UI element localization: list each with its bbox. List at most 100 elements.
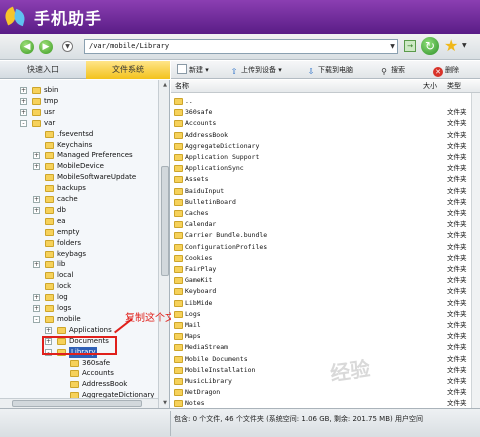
tree-node[interactable]: Accounts: [0, 368, 158, 379]
tree-node[interactable]: + cache: [0, 194, 158, 205]
folder-icon: [70, 359, 79, 367]
upload-to-device-button[interactable]: ⇧ 上传到设备 ▾: [229, 64, 282, 76]
expand-icon[interactable]: +: [33, 196, 40, 203]
list-item[interactable]: Caches 文件夹: [171, 208, 471, 218]
forward-arrow-icon[interactable]: ▶: [39, 40, 53, 54]
expand-icon[interactable]: +: [20, 97, 27, 105]
list-item[interactable]: MusicLibrary 文件夹: [171, 376, 471, 386]
list-item[interactable]: FairPlay 文件夹: [171, 264, 471, 274]
folder-icon: [174, 355, 183, 363]
tree-node[interactable]: keybags: [0, 249, 158, 260]
list-item[interactable]: Assets 文件夹: [171, 174, 471, 184]
expand-icon[interactable]: +: [33, 305, 40, 312]
list-item[interactable]: Maps 文件夹: [171, 331, 471, 341]
list-item[interactable]: BaiduInput 文件夹: [171, 186, 471, 196]
list-item[interactable]: Calendar 文件夹: [171, 219, 471, 229]
folder-icon: [45, 130, 54, 138]
tree-node[interactable]: local: [0, 270, 158, 281]
tree-node[interactable]: folders: [0, 238, 158, 249]
expand-icon[interactable]: +: [33, 163, 40, 171]
tree-node[interactable]: + Managed Preferences: [0, 150, 158, 161]
scroll-up-icon[interactable]: ▲: [161, 81, 169, 89]
tree-node[interactable]: backups: [0, 183, 158, 194]
expand-icon[interactable]: +: [20, 87, 27, 94]
column-name-header[interactable]: 名称: [175, 80, 189, 93]
tree-node[interactable]: + MobileDevice: [0, 161, 158, 172]
tree-node[interactable]: + log: [0, 292, 158, 303]
expand-icon[interactable]: +: [45, 326, 52, 334]
delete-button[interactable]: ✕ 删除: [433, 64, 459, 77]
tree-node[interactable]: lock: [0, 281, 158, 292]
tree-node[interactable]: + lib: [0, 259, 158, 270]
favorite-dropdown-icon[interactable]: ▼: [462, 42, 467, 49]
expand-icon[interactable]: +: [33, 294, 40, 302]
list-item[interactable]: Cookies 文件夹: [171, 253, 471, 263]
file-list-scrollbar[interactable]: [471, 93, 480, 408]
list-item-type: 文件夹: [447, 332, 467, 341]
list-item[interactable]: ApplicationSync 文件夹: [171, 163, 471, 173]
tree-node[interactable]: + tmp: [0, 96, 158, 107]
refresh-icon[interactable]: ↻: [421, 37, 439, 55]
list-item[interactable]: ..: [171, 96, 471, 106]
list-item[interactable]: Logs 文件夹: [171, 309, 471, 319]
tree-vertical-scrollbar[interactable]: ▲ ▼: [158, 80, 169, 408]
tab-file-system[interactable]: 文件系统: [86, 61, 170, 79]
list-item[interactable]: LibMide 文件夹: [171, 298, 471, 308]
address-dropdown-icon[interactable]: ▼: [388, 40, 397, 53]
collapse-icon[interactable]: -: [33, 315, 40, 323]
list-item[interactable]: Accounts 文件夹: [171, 118, 471, 128]
list-item[interactable]: Application Support 文件夹: [171, 152, 471, 162]
list-item[interactable]: BulletinBoard 文件夹: [171, 197, 471, 207]
tree-node[interactable]: + Applications: [0, 325, 158, 336]
expand-icon[interactable]: +: [20, 108, 27, 116]
history-dropdown-icon[interactable]: ▼: [62, 41, 73, 52]
list-item[interactable]: MobileInstallation 文件夹: [171, 365, 471, 375]
tree-hscroll-thumb[interactable]: [12, 400, 142, 407]
go-icon[interactable]: →: [404, 40, 416, 52]
tree-node[interactable]: + db: [0, 205, 158, 216]
tree-horizontal-scrollbar[interactable]: [0, 398, 158, 408]
tree-scroll-thumb[interactable]: [161, 166, 169, 276]
new-button[interactable]: 新建 ▾: [177, 64, 209, 76]
list-item-type: 文件夹: [447, 343, 467, 352]
tree-node[interactable]: ea: [0, 216, 158, 227]
tree-node[interactable]: 360safe: [0, 358, 158, 369]
tree-node[interactable]: empty: [0, 227, 158, 238]
list-item[interactable]: AggregateDictionary 文件夹: [171, 141, 471, 151]
search-button[interactable]: ⚲ 搜索: [379, 64, 405, 76]
list-item[interactable]: AddressBook 文件夹: [171, 130, 471, 140]
tree-node[interactable]: + sbin: [0, 85, 158, 96]
tree-node[interactable]: + usr: [0, 107, 158, 118]
list-item[interactable]: GameKit 文件夹: [171, 275, 471, 285]
back-arrow-icon[interactable]: ◀: [20, 40, 34, 54]
list-item[interactable]: Mobile Documents 文件夹: [171, 354, 471, 364]
list-item[interactable]: Notes 文件夹: [171, 398, 471, 408]
download-to-pc-button[interactable]: ⇩ 下载到电脑: [306, 64, 353, 76]
list-item[interactable]: 360safe 文件夹: [171, 107, 471, 117]
expand-icon[interactable]: +: [33, 152, 40, 160]
list-item[interactable]: MediaStream 文件夹: [171, 342, 471, 352]
tree-node[interactable]: .fseventsd: [0, 129, 158, 140]
tree-node[interactable]: AddressBook: [0, 379, 158, 390]
tree-node[interactable]: MobileSoftwareUpdate: [0, 172, 158, 183]
app-title: 手机助手: [34, 9, 103, 28]
tree-node-label: var: [44, 118, 56, 127]
list-item[interactable]: NetDragon 文件夹: [171, 387, 471, 397]
scroll-down-icon[interactable]: ▼: [161, 399, 169, 407]
list-item[interactable]: Keyboard 文件夹: [171, 286, 471, 296]
tab-quick-access[interactable]: 快速入口: [0, 61, 86, 79]
list-item[interactable]: Mail 文件夹: [171, 320, 471, 330]
expand-icon[interactable]: +: [33, 261, 40, 269]
favorite-star-icon[interactable]: ★: [444, 36, 458, 55]
tree-node[interactable]: Keychains: [0, 140, 158, 151]
list-item-name: NetDragon: [185, 388, 221, 397]
collapse-icon[interactable]: -: [20, 119, 27, 127]
column-size-header[interactable]: 大小: [423, 80, 437, 93]
expand-icon[interactable]: +: [33, 206, 40, 214]
column-type-header[interactable]: 类型: [447, 80, 461, 93]
address-input[interactable]: /var/mobile/Library: [84, 39, 398, 54]
list-item[interactable]: Carrier Bundle.bundle 文件夹: [171, 230, 471, 240]
title-bar: 手机助手: [0, 0, 480, 34]
tree-node[interactable]: - var: [0, 118, 158, 129]
list-item[interactable]: ConfigurationProfiles 文件夹: [171, 242, 471, 252]
